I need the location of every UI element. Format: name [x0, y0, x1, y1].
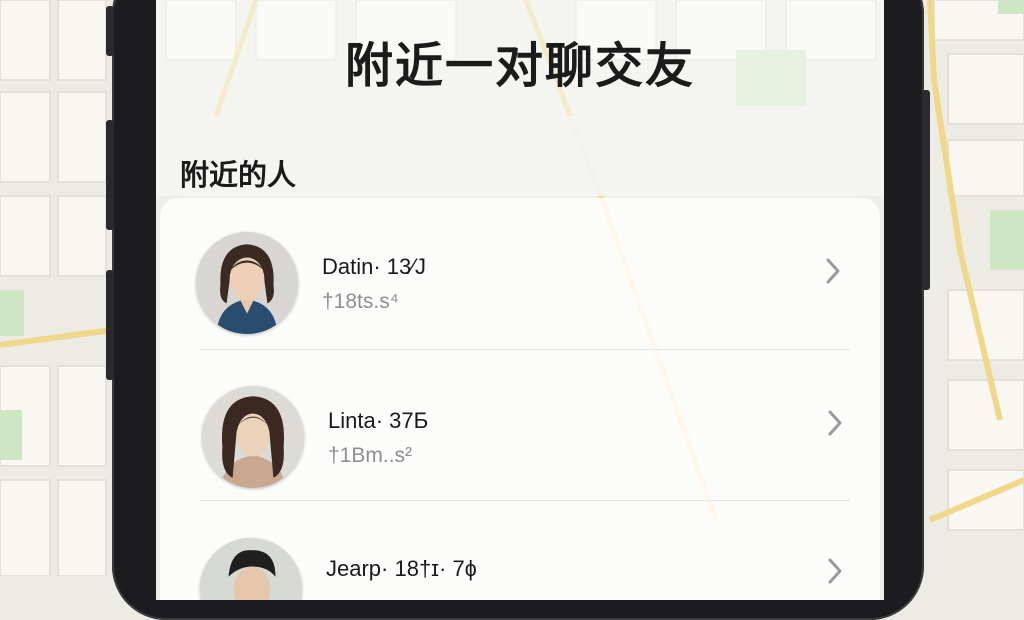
person-name: Linta· 37Ƃ: [328, 408, 429, 433]
avatar: [196, 232, 298, 334]
chevron-right-icon: [826, 258, 840, 284]
chevron-right-icon: [828, 410, 842, 436]
list-item[interactable]: Jearp· 18†ɪ· 7ɸ: [160, 500, 880, 600]
phone-power-button: [922, 90, 930, 290]
phone-screen: 附近一对聊交友 附近的人 Datin· 13⁄J †18ts.s⁴ Linta·…: [156, 0, 884, 600]
section-title: 附近的人: [180, 158, 297, 192]
nearby-people-list: Datin· 13⁄J †18ts.s⁴ Linta· 37Ƃ †1Bm..s²: [160, 198, 880, 600]
phone-volume-down: [106, 270, 114, 380]
person-name: Jearp· 18†ɪ· 7ɸ: [326, 556, 477, 581]
list-item[interactable]: Linta· 37Ƃ †1Bm..s²: [160, 350, 880, 501]
person-distance: †1Bm..s²: [328, 444, 413, 467]
page-title: 附近一对聊交友: [344, 38, 695, 94]
person-distance: †18ts.s⁴: [322, 290, 399, 313]
chevron-right-icon: [828, 558, 842, 584]
list-item[interactable]: Datin· 13⁄J †18ts.s⁴: [160, 198, 880, 350]
avatar: [202, 386, 304, 488]
person-name: Datin· 13⁄J: [322, 254, 426, 279]
phone-volume-up: [106, 120, 114, 230]
avatar: [200, 538, 302, 600]
phone-silent-switch: [106, 6, 114, 56]
